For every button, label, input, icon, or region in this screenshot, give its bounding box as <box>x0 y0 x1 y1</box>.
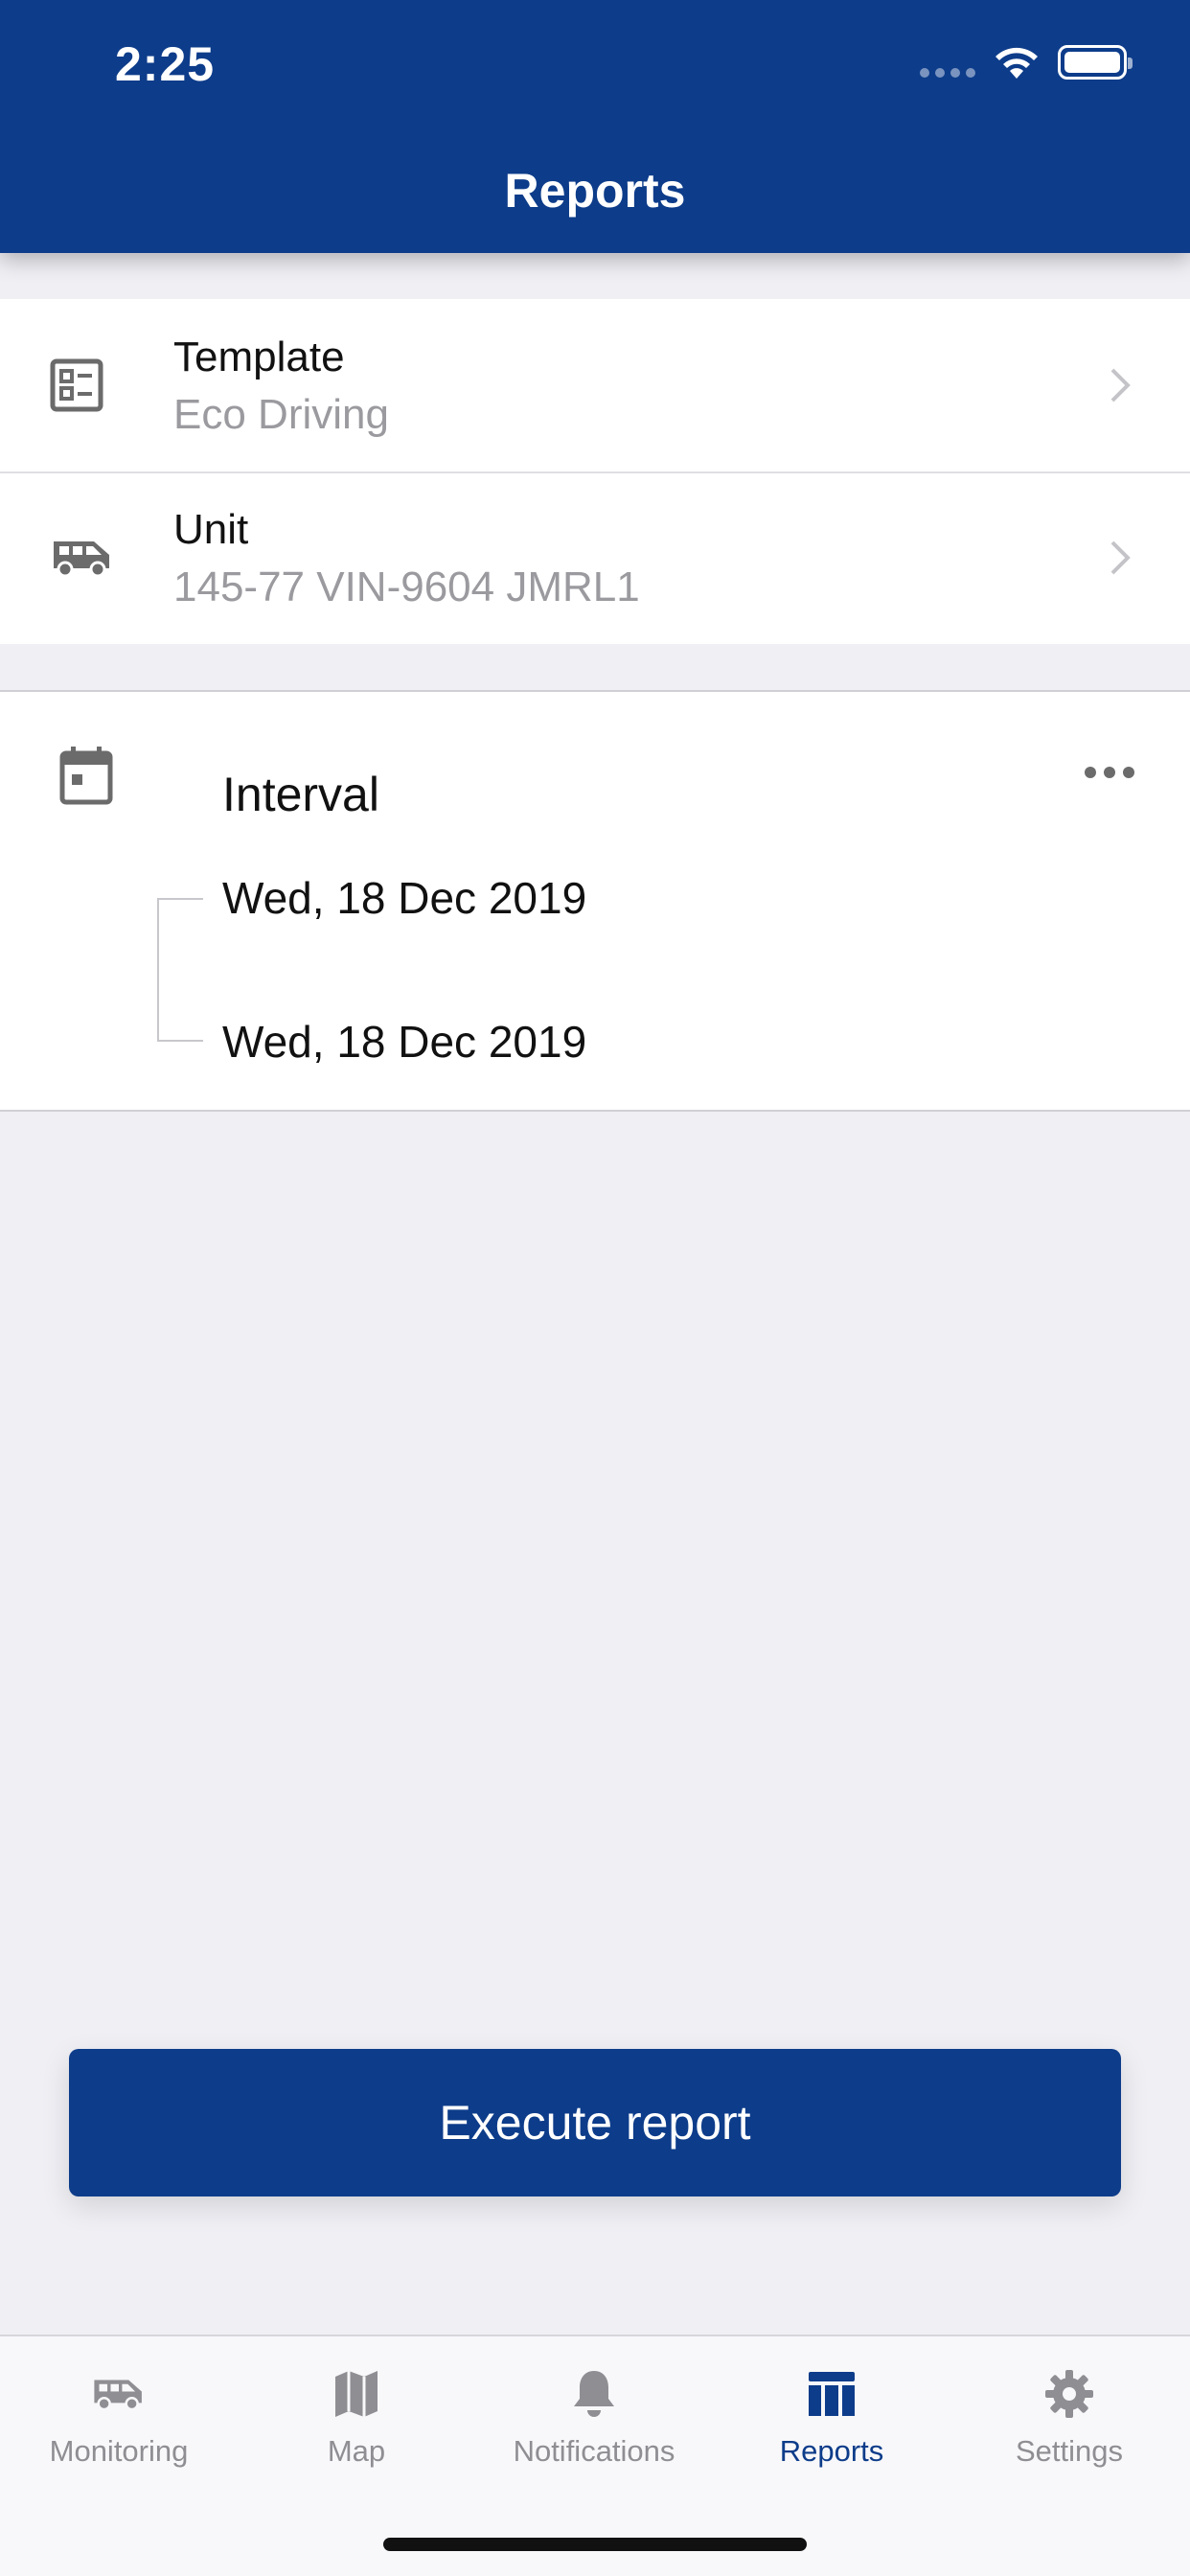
wifi-icon <box>995 47 1038 79</box>
table-icon <box>809 2372 855 2416</box>
tab-monitoring[interactable]: Monitoring <box>0 2365 238 2469</box>
van-icon <box>94 2380 142 2411</box>
tab-monitoring-label: Monitoring <box>49 2434 189 2468</box>
tab-settings-label: Settings <box>1015 2434 1123 2468</box>
interval-label: Interval <box>222 768 379 821</box>
tab-map-label: Map <box>327 2434 386 2468</box>
interval-end-date[interactable]: Wed, 18 Dec 2019 <box>222 1016 586 1068</box>
tab-settings[interactable]: Settings <box>950 2365 1188 2469</box>
status-indicators <box>920 44 1133 80</box>
interval-card: Interval Wed, 18 Dec 2019 Wed, 18 Dec 20… <box>0 690 1190 1112</box>
more-options-icon[interactable] <box>1085 767 1134 778</box>
reports-screen: 2:25 Reports Template Eco Driving Unit 1… <box>0 0 1190 2576</box>
tab-notifications[interactable]: Notifications <box>475 2365 713 2469</box>
calendar-icon <box>59 747 113 805</box>
page-title: Reports <box>504 164 686 218</box>
template-value: Eco Driving <box>173 391 389 438</box>
van-icon <box>54 541 109 578</box>
chevron-right-icon <box>1110 368 1131 402</box>
cellular-signal-icon <box>920 68 975 78</box>
interval-bracket <box>157 898 203 1042</box>
unit-row[interactable]: Unit 145-77 VIN-9604 JMRL1 <box>0 472 1190 644</box>
template-row[interactable]: Template Eco Driving <box>0 299 1190 472</box>
tab-notifications-label: Notifications <box>513 2434 675 2468</box>
tab-reports-label: Reports <box>779 2434 884 2468</box>
home-indicator <box>383 2538 807 2551</box>
tab-reports[interactable]: Reports <box>713 2365 950 2469</box>
template-label: Template <box>173 334 345 380</box>
chevron-right-icon <box>1110 540 1131 575</box>
navigation-header: 2:25 Reports <box>0 0 1190 253</box>
execute-report-button[interactable]: Execute report <box>69 2049 1121 2196</box>
gear-icon <box>1045 2370 1093 2418</box>
template-icon <box>50 358 103 412</box>
battery-icon <box>1058 45 1133 80</box>
unit-label: Unit <box>173 506 249 553</box>
map-icon <box>335 2371 378 2417</box>
unit-value: 145-77 VIN-9604 JMRL1 <box>173 564 640 610</box>
bell-icon <box>574 2371 614 2417</box>
report-parameters-card: Template Eco Driving Unit 145-77 VIN-960… <box>0 299 1190 644</box>
status-time: 2:25 <box>115 37 216 91</box>
tab-map[interactable]: Map <box>238 2365 475 2469</box>
interval-start-date[interactable]: Wed, 18 Dec 2019 <box>222 872 586 924</box>
